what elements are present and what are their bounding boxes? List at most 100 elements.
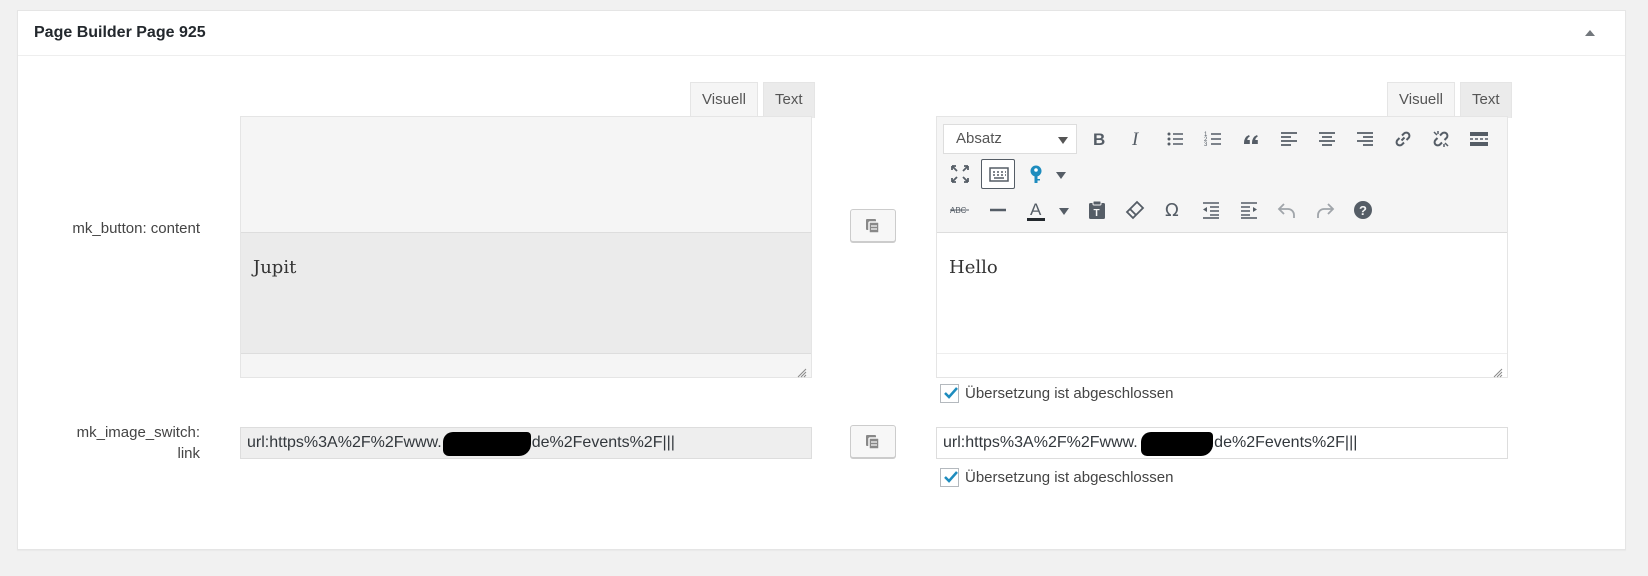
copy-icon xyxy=(866,435,880,450)
horizontal-line-icon xyxy=(990,208,1006,212)
translation-complete-row: Übersetzung ist abgeschlossen xyxy=(940,384,1240,404)
original-editor-statusbar xyxy=(241,353,811,377)
undo-icon xyxy=(1277,203,1295,218)
translation-link-value-suffix: .de%2Fevents%2F||| xyxy=(1209,434,1358,451)
postbox-title: Page Builder Page 925 xyxy=(34,24,206,41)
align-center-button[interactable] xyxy=(1310,124,1344,154)
unlink-icon xyxy=(1433,131,1449,147)
chevron-down-icon[interactable] xyxy=(1059,208,1069,215)
checkmark-icon xyxy=(944,471,958,483)
translation-complete-label-link: Übersetzung ist abgeschlossen xyxy=(965,469,1174,486)
bullet-list-icon xyxy=(1167,132,1183,146)
horizontal-line-button[interactable] xyxy=(981,195,1015,225)
align-right-button[interactable] xyxy=(1348,124,1382,154)
postbox-header: Page Builder Page 925 xyxy=(18,11,1625,56)
field-label-link: mk_image_switch: link xyxy=(0,422,200,464)
numbered-list-button[interactable]: 1 2 3 xyxy=(1196,124,1230,154)
strikethrough-button[interactable]: ABC xyxy=(943,195,977,225)
tab-visuell-translation[interactable]: Visuell xyxy=(1387,82,1455,118)
align-right-icon xyxy=(1357,132,1373,146)
translation-complete-label: Übersetzung ist abgeschlossen xyxy=(965,385,1174,402)
numbered-list-icon: 1 2 3 xyxy=(1204,132,1221,148)
redaction-mark xyxy=(1141,432,1213,456)
blockquote-button[interactable] xyxy=(1234,124,1268,154)
original-link-input: url:https%3A%2F%2Fwww. de%2Fevents%2F||| xyxy=(240,427,812,459)
translation-complete-checkbox-link[interactable] xyxy=(940,468,959,487)
shortcode-key-icon xyxy=(1030,165,1042,183)
fullscreen-button[interactable] xyxy=(943,159,977,189)
align-left-button[interactable] xyxy=(1272,124,1306,154)
strikethrough-icon: ABC xyxy=(950,206,969,215)
svg-text:I: I xyxy=(1131,129,1140,149)
unlink-button[interactable] xyxy=(1424,124,1458,154)
blockquote-icon xyxy=(1244,135,1258,144)
clear-formatting-icon xyxy=(1125,200,1145,220)
redo-icon xyxy=(1317,203,1335,218)
resize-handle-icon[interactable] xyxy=(1493,365,1503,378)
tab-text-original[interactable]: Text xyxy=(763,82,815,118)
svg-text:A: A xyxy=(1030,200,1042,219)
field-label-link-line1: mk_image_switch: xyxy=(76,424,200,441)
translation-complete-checkbox[interactable] xyxy=(940,384,959,403)
italic-icon: I xyxy=(1131,129,1140,149)
read-more-button[interactable] xyxy=(1462,124,1496,154)
svg-text:3: 3 xyxy=(1204,142,1208,148)
link-icon xyxy=(1395,131,1411,147)
text-color-button[interactable]: A xyxy=(1019,195,1053,225)
paste-text-button[interactable]: T xyxy=(1080,195,1114,225)
toolbar-toggle-button[interactable] xyxy=(981,159,1015,189)
field-label-content: mk_button: content xyxy=(72,220,200,237)
bold-icon: B xyxy=(1093,130,1105,149)
redaction-mark xyxy=(443,432,531,456)
collapse-arrow-icon[interactable] xyxy=(1583,26,1597,40)
italic-button[interactable]: I xyxy=(1120,124,1154,154)
text-color-icon: A xyxy=(1027,200,1045,221)
align-center-icon xyxy=(1319,132,1335,146)
translation-link-input[interactable]: url:https%3A%2F%2Fwww. .de%2Fevents%2F||| xyxy=(936,427,1508,459)
original-editor-content: Jupit xyxy=(241,233,811,353)
checkmark-icon xyxy=(944,387,958,399)
tab-visuell-original[interactable]: Visuell xyxy=(690,82,758,118)
outdent-button[interactable] xyxy=(1194,195,1228,225)
translation-editor-statusbar xyxy=(937,353,1507,377)
original-link-value-suffix: de%2Fevents%2F||| xyxy=(531,434,675,451)
indent-icon xyxy=(1241,202,1257,219)
special-character-icon: Ω xyxy=(1165,200,1179,220)
help-button[interactable]: ? xyxy=(1346,195,1380,225)
resize-handle-icon[interactable] xyxy=(797,365,807,378)
chevron-down-icon xyxy=(1058,137,1068,144)
chevron-down-icon[interactable] xyxy=(1056,172,1066,179)
fullscreen-icon xyxy=(951,165,969,183)
svg-text:T: T xyxy=(1094,208,1100,219)
copy-original-link-button[interactable] xyxy=(850,425,896,458)
svg-text:B: B xyxy=(1093,130,1105,149)
copy-icon xyxy=(866,219,880,234)
original-editor-toolbar-area xyxy=(241,117,811,233)
indent-button[interactable] xyxy=(1232,195,1266,225)
translation-link-value-prefix: url:https%3A%2F%2Fwww. xyxy=(943,434,1138,451)
translation-complete-row-link: Übersetzung ist abgeschlossen xyxy=(940,468,1240,488)
bullet-list-button[interactable] xyxy=(1158,124,1192,154)
align-left-icon xyxy=(1281,132,1297,146)
paste-text-icon: T xyxy=(1089,200,1105,219)
format-select[interactable]: Absatz xyxy=(943,124,1077,154)
copy-original-button[interactable] xyxy=(850,209,896,242)
translation-editor: Absatz B I 1 2 3 ABC A T Ω ? Hello xyxy=(936,116,1508,378)
original-editor: Jupit xyxy=(240,116,812,378)
special-character-button[interactable]: Ω xyxy=(1156,195,1190,225)
undo-button[interactable] xyxy=(1270,195,1304,225)
field-label-link-line2: link xyxy=(177,445,200,462)
shortcode-key-button[interactable] xyxy=(1021,159,1055,189)
format-select-value: Absatz xyxy=(956,130,1002,147)
outdent-icon xyxy=(1203,202,1219,219)
svg-text:Ω: Ω xyxy=(1165,200,1179,220)
redo-button[interactable] xyxy=(1308,195,1342,225)
bold-button[interactable]: B xyxy=(1082,124,1116,154)
toolbar-toggle-icon xyxy=(989,167,1009,182)
clear-formatting-button[interactable] xyxy=(1118,195,1152,225)
original-link-value-prefix: url:https%3A%2F%2Fwww. xyxy=(247,434,442,451)
translation-editor-content[interactable]: Hello xyxy=(937,233,1507,353)
link-button[interactable] xyxy=(1386,124,1420,154)
tab-text-translation[interactable]: Text xyxy=(1460,82,1512,118)
editor-toolbar: Absatz B I 1 2 3 ABC A T Ω ? xyxy=(937,117,1507,233)
